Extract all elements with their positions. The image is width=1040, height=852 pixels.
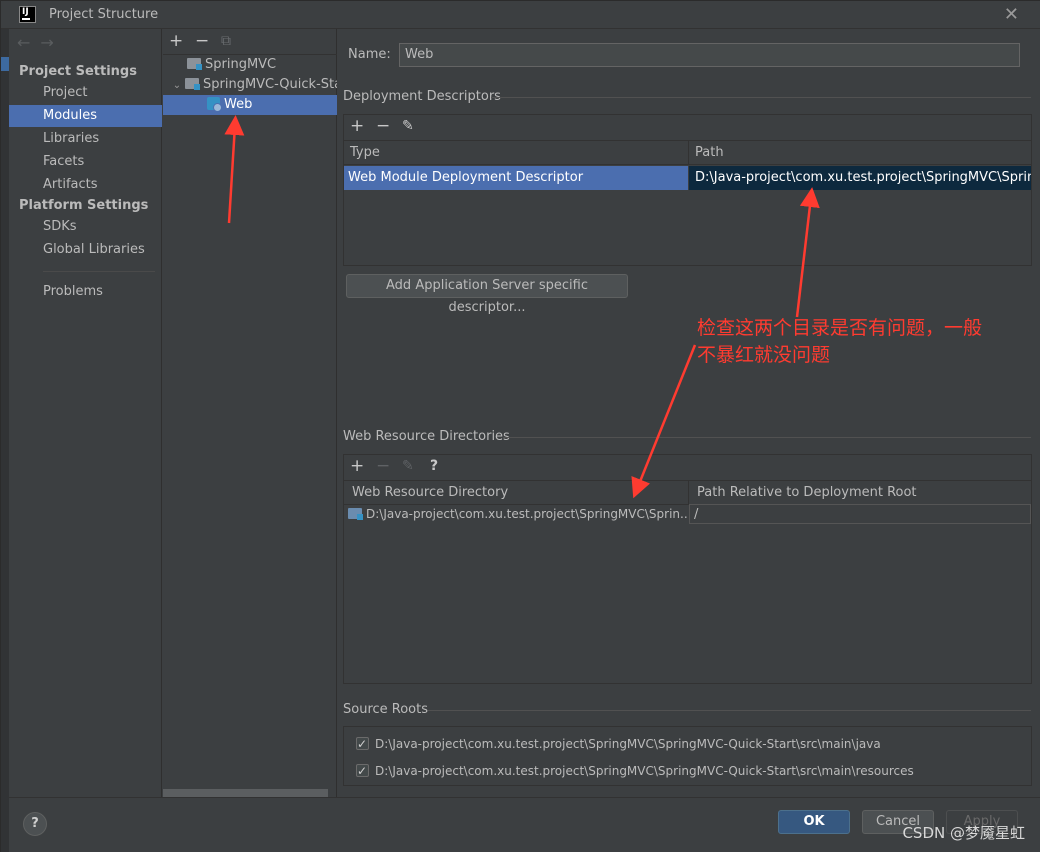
project-structure-dialog: IJ Project Structure ✕ ←→ Project Settin… [0,0,1040,852]
arrow-to-descriptor-path [795,187,820,318]
red-annotation-text: 检查这两个目录是否有问题，一般 不暴红就没问题 [697,315,1027,369]
annotation-arrows [224,115,820,499]
annotation-line-2: 不暴红就没问题 [697,344,831,366]
arrow-to-web-node [224,115,245,224]
csdn-watermark: CSDN @梦魇星虹 [902,824,1025,842]
arrow-to-resource-directory [631,344,697,499]
annotation-line-1: 检查这两个目录是否有问题，一般 [697,317,983,339]
